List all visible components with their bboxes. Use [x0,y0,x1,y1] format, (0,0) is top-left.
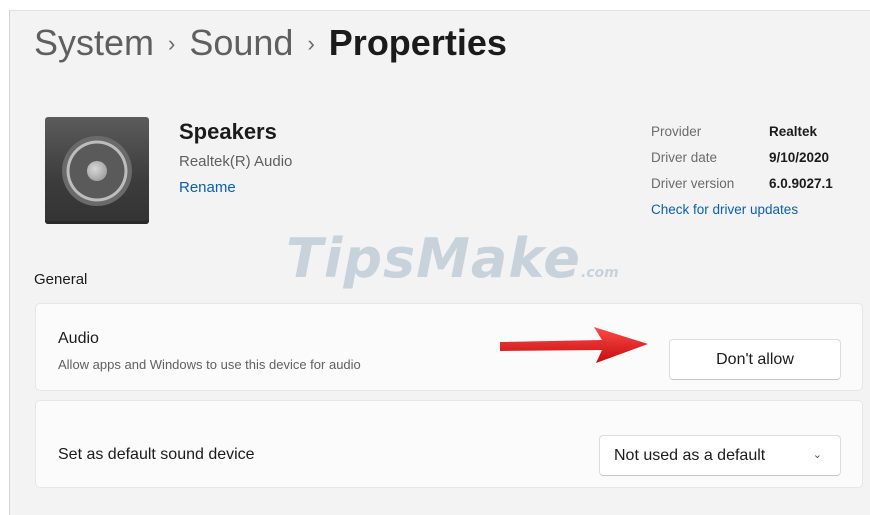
rename-link[interactable]: Rename [179,179,236,196]
general-heading: General [34,271,88,288]
driver-date-row: Driver date 9/10/2020 [651,149,833,175]
provider-row: Provider Realtek [651,123,833,149]
speaker-cone [87,161,107,181]
default-device-card: Set as default sound device Not used as … [35,400,863,488]
check-updates-row: Check for driver updates [651,201,833,227]
breadcrumb-sound[interactable]: Sound [189,22,293,63]
provider-value: Realtek [769,124,818,139]
dont-allow-button[interactable]: Don't allow [669,339,841,380]
audio-description: Allow apps and Windows to use this devic… [58,357,361,372]
page-title: Properties [328,22,507,63]
driver-version-row: Driver version 6.0.9027.1 [651,175,833,201]
red-arrow-icon [500,327,648,363]
driver-date-value: 9/10/2020 [769,150,830,165]
watermark-suffix: .com [580,265,619,281]
audio-title: Audio [58,330,99,347]
audio-card: Audio Allow apps and Windows to use this… [35,303,863,391]
breadcrumb-system[interactable]: System [34,22,154,63]
breadcrumb-separator-icon: › [168,31,176,56]
driver-date-label: Driver date [651,150,718,165]
speaker-icon [45,117,149,224]
breadcrumb: System › Sound › Properties [34,21,507,70]
chevron-down-icon: ⌄ [812,449,822,461]
watermark-logo: TipsMake.com [286,227,619,290]
default-device-dropdown[interactable]: Not used as a default ⌄ [599,435,841,476]
provider-label: Provider [651,124,702,139]
breadcrumb-separator-icon: › [307,31,315,56]
driver-version-label: Driver version [651,176,735,191]
device-subtitle: Realtek(R) Audio [179,153,293,170]
default-device-selected: Not used as a default [614,447,766,464]
check-driver-updates-link[interactable]: Check for driver updates [651,202,798,217]
watermark-text: TipsMake [286,227,581,290]
default-device-label: Set as default sound device [58,446,255,463]
driver-info: Provider Realtek Driver date 9/10/2020 Dri… [651,123,833,227]
driver-version-value: 6.0.9027.1 [769,176,833,191]
device-name: Speakers [179,119,277,144]
settings-window: System › Sound › Properties Speakers Realtek… [9,10,870,515]
